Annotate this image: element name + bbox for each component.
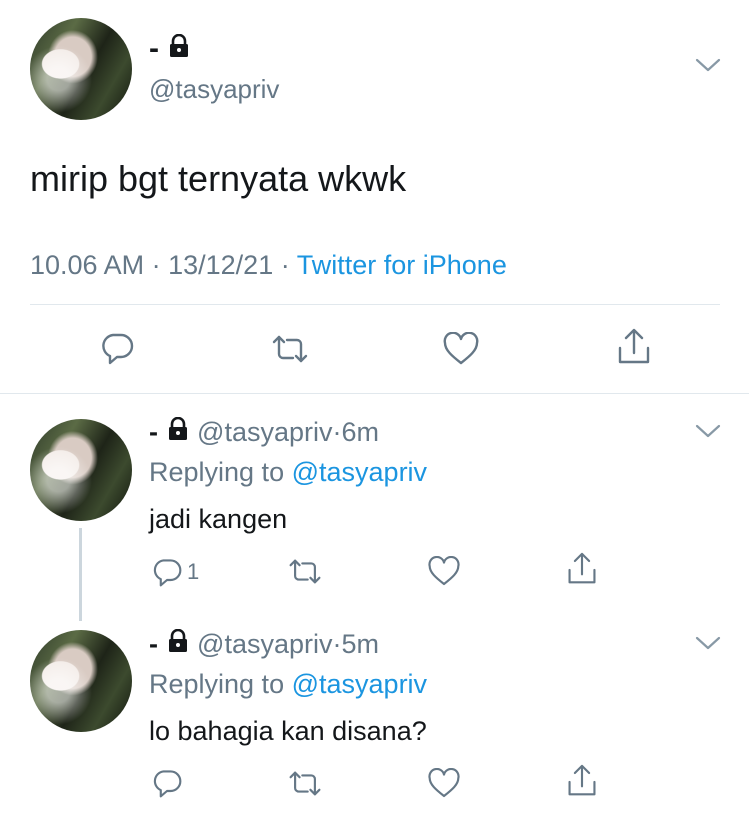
avatar[interactable] [30, 18, 132, 120]
divider [0, 393, 749, 394]
reply-header: - @tasyapriv·5m [149, 628, 379, 660]
handle[interactable]: @tasyapriv [197, 629, 332, 659]
tweet-meta: 10.06 AM · 13/12/21 · Twitter for iPhone [30, 249, 507, 281]
reply-icon [151, 767, 183, 799]
thread-line [79, 528, 82, 621]
tweet-time[interactable]: 10.06 AM [30, 250, 144, 280]
retweet-icon [287, 768, 323, 799]
like-icon [427, 768, 461, 799]
like-button[interactable] [427, 556, 461, 587]
replying-handle-link[interactable]: @tasyapriv [292, 669, 427, 699]
reply-icon [99, 330, 135, 366]
display-name-text: - [149, 32, 159, 65]
display-name[interactable]: - [149, 417, 158, 447]
reply-button[interactable] [151, 767, 183, 799]
chevron-down-icon[interactable] [695, 635, 721, 651]
replying-label: Replying to [149, 669, 285, 699]
divider [30, 304, 720, 305]
reply-button[interactable]: 1 [151, 556, 199, 588]
reply-text: jadi kangen [149, 504, 288, 534]
retweet-icon [270, 332, 310, 366]
replying-to: Replying to @tasyapriv [149, 668, 427, 700]
avatar[interactable] [30, 630, 132, 732]
reply-header: - @tasyapriv·6m [149, 416, 379, 448]
like-button[interactable] [442, 332, 480, 366]
reply-button[interactable] [99, 330, 135, 366]
tweet-source-link[interactable]: Twitter for iPhone [297, 250, 507, 280]
lock-icon [166, 416, 190, 448]
chevron-down-icon[interactable] [695, 423, 721, 439]
timestamp[interactable]: 6m [341, 417, 379, 447]
share-icon [566, 764, 598, 798]
retweet-icon [287, 556, 323, 587]
display-name[interactable]: - [149, 32, 191, 66]
share-icon [616, 328, 652, 366]
retweet-button[interactable] [287, 768, 323, 799]
handle[interactable]: @tasyapriv [149, 73, 279, 105]
avatar[interactable] [30, 419, 132, 521]
retweet-button[interactable] [287, 556, 323, 587]
replying-label: Replying to [149, 457, 285, 487]
display-name[interactable]: - [149, 629, 158, 659]
meta-separator: · [280, 250, 290, 280]
replying-to: Replying to @tasyapriv [149, 456, 427, 488]
share-button[interactable] [616, 328, 652, 366]
handle[interactable]: @tasyapriv [197, 417, 332, 447]
share-button[interactable] [566, 552, 598, 586]
reply-icon [151, 556, 183, 588]
meta-separator: · [151, 250, 161, 280]
reply-count: 1 [187, 559, 200, 584]
like-icon [427, 556, 461, 587]
lock-icon [167, 32, 191, 66]
reply-text: lo bahagia kan disana? [149, 716, 427, 746]
tweet-text: mirip bgt ternyata wkwk [30, 158, 407, 199]
share-icon [566, 552, 598, 586]
lock-icon [166, 628, 190, 660]
timestamp[interactable]: 5m [341, 629, 379, 659]
like-icon [442, 332, 480, 366]
replying-handle-link[interactable]: @tasyapriv [292, 457, 427, 487]
retweet-button[interactable] [270, 332, 310, 366]
tweet-date[interactable]: 13/12/21 [168, 250, 273, 280]
like-button[interactable] [427, 768, 461, 799]
share-button[interactable] [566, 764, 598, 798]
chevron-down-icon[interactable] [695, 57, 721, 73]
